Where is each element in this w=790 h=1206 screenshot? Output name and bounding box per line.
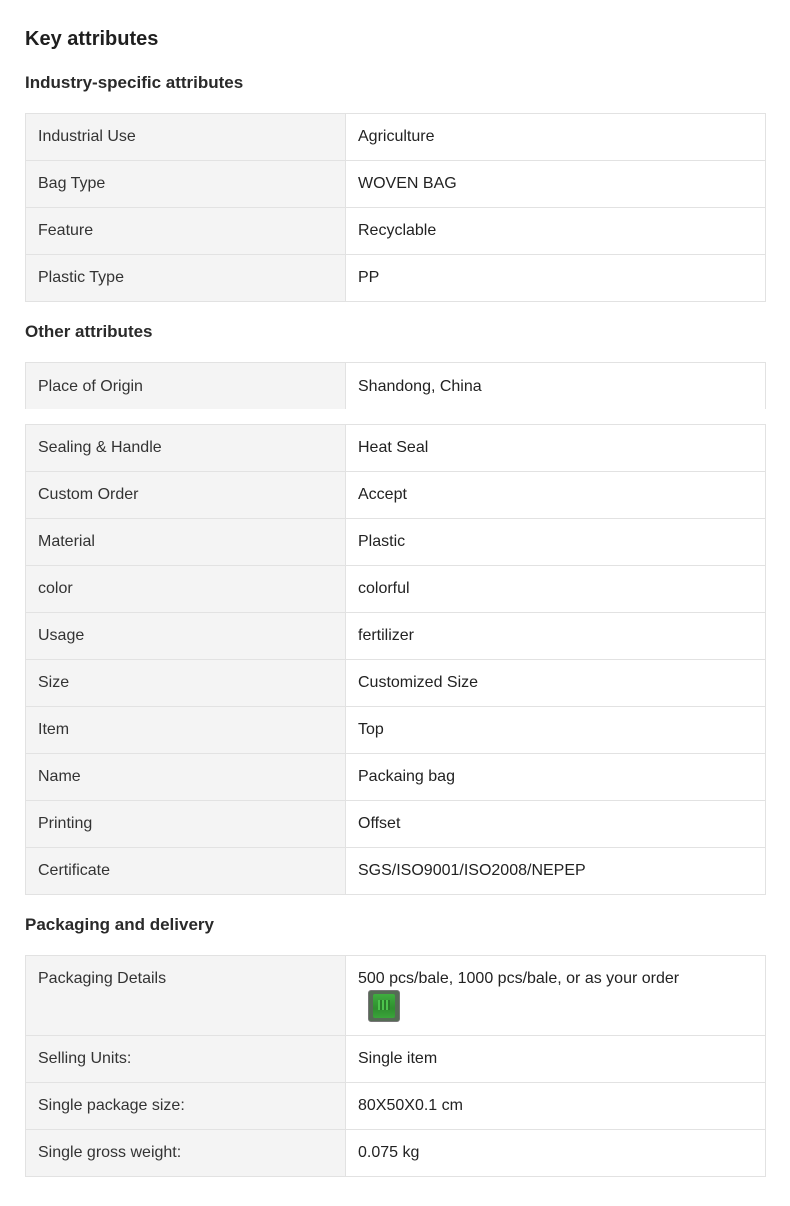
attribute-key: Plastic Type (26, 255, 346, 301)
table-row: Selling Units: Single item (26, 1036, 765, 1083)
packaging-heading: Packaging and delivery (25, 915, 214, 934)
attribute-key: Printing (26, 801, 346, 847)
table-row: Custom Order Accept (26, 472, 765, 519)
attribute-value: Heat Seal (358, 439, 429, 456)
attribute-key: Single gross weight: (26, 1130, 346, 1176)
attribute-key: Bag Type (26, 161, 346, 207)
table-row: Industrial Use Agriculture (26, 114, 765, 161)
table-row: Plastic Type PP (26, 255, 765, 302)
table-row: Single package size: 80X50X0.1 cm (26, 1083, 765, 1130)
bag-thumbnail-icon[interactable] (368, 990, 400, 1022)
attribute-key: Selling Units: (26, 1036, 346, 1082)
attribute-value: Agriculture (358, 128, 435, 145)
attribute-key: Size (26, 660, 346, 706)
packaging-table: Packaging Details 500 pcs/bale, 1000 pcs… (25, 955, 766, 1177)
table-row: Size Customized Size (26, 660, 765, 707)
industry-heading: Industry-specific attributes (25, 73, 244, 92)
attribute-value: SGS/ISO9001/ISO2008/NEPEP (358, 862, 586, 879)
table-row: Usage fertilizer (26, 613, 765, 660)
attribute-value: Customized Size (358, 674, 479, 691)
attribute-key: Place of Origin (26, 363, 346, 410)
attribute-value: Offset (358, 815, 401, 832)
attribute-key: Feature (26, 208, 346, 254)
attribute-key: color (26, 566, 346, 612)
table-row: Sealing & Handle Heat Seal (26, 425, 765, 472)
attribute-key: Sealing & Handle (26, 425, 346, 471)
attribute-value: Accept (358, 486, 407, 503)
table-row: Material Plastic (26, 519, 765, 566)
page-title: Key attributes (25, 28, 159, 50)
attribute-value: fertilizer (358, 627, 415, 644)
attribute-value: Plastic (358, 533, 406, 550)
attribute-key: Material (26, 519, 346, 565)
attribute-key: Certificate (26, 848, 346, 894)
table-row: Single gross weight: 0.075 kg (26, 1130, 765, 1177)
other-table: Sealing & Handle Heat Seal Custom Order … (25, 424, 766, 895)
table-row: color colorful (26, 566, 765, 613)
attribute-key: Packaging Details (26, 956, 346, 1035)
table-row: Place of Origin Shandong, China (26, 363, 765, 410)
attribute-value: PP (358, 269, 380, 286)
attribute-value: 0.075 kg (358, 1144, 420, 1161)
other-table-top: Place of Origin Shandong, China (25, 362, 766, 410)
attribute-value: WOVEN BAG (358, 175, 457, 192)
table-row: Certificate SGS/ISO9001/ISO2008/NEPEP (26, 848, 765, 895)
other-heading: Other attributes (25, 322, 153, 341)
attribute-key: Name (26, 754, 346, 800)
table-row: Item Top (26, 707, 765, 754)
attribute-value: colorful (358, 580, 410, 597)
attribute-value: Top (358, 721, 384, 738)
table-row: Feature Recyclable (26, 208, 765, 255)
table-gap (25, 409, 766, 423)
table-row: Packaging Details 500 pcs/bale, 1000 pcs… (26, 956, 765, 1036)
attribute-value: Recyclable (358, 222, 437, 239)
table-row: Printing Offset (26, 801, 765, 848)
attribute-key: Industrial Use (26, 114, 346, 160)
attribute-key: Usage (26, 613, 346, 659)
industry-table: Industrial Use Agriculture Bag Type WOVE… (25, 113, 766, 302)
attribute-value: 80X50X0.1 cm (358, 1097, 463, 1114)
attribute-value: 500 pcs/bale, 1000 pcs/bale, or as your … (358, 970, 680, 987)
attribute-value-cell: 500 pcs/bale, 1000 pcs/bale, or as your … (346, 956, 765, 1035)
attribute-value: Single item (358, 1050, 438, 1067)
attribute-key: Item (26, 707, 346, 753)
attribute-key: Custom Order (26, 472, 346, 518)
attribute-value: Shandong, China (358, 377, 482, 395)
attribute-value: Packaing bag (358, 768, 455, 785)
table-row: Bag Type WOVEN BAG (26, 161, 765, 208)
table-row: Name Packaing bag (26, 754, 765, 801)
attribute-key: Single package size: (26, 1083, 346, 1129)
